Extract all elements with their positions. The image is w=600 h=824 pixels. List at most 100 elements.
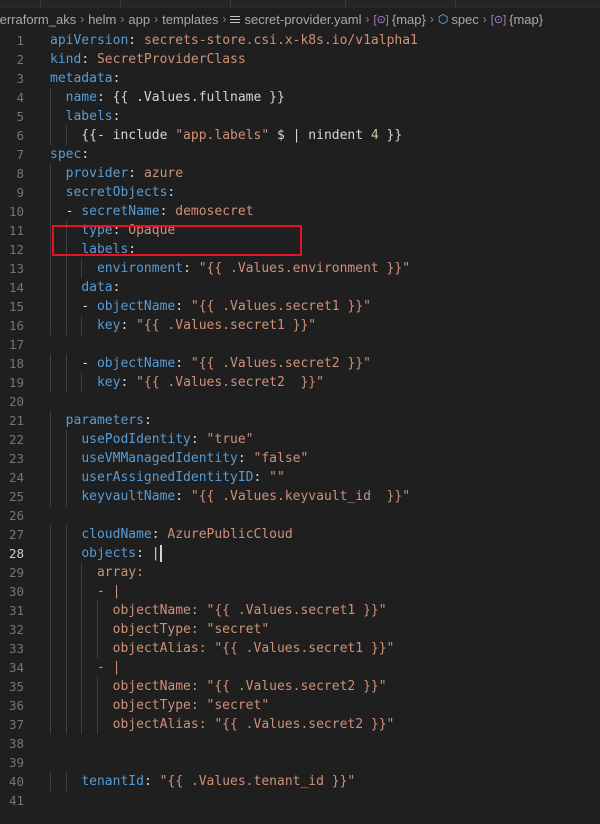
breadcrumb-item[interactable]: [⊙] {map} [491, 12, 543, 27]
indent-guide [65, 772, 67, 791]
code-line[interactable]: key: "{{ .Values.secret2 }}" [50, 373, 600, 392]
code-line[interactable]: objectName: "{{ .Values.secret1 }}" [50, 601, 600, 620]
code-line[interactable]: userAssignedIdentityID: "" [50, 468, 600, 487]
breadcrumb: terraform_aks › helm › app › templates › secret-… [0, 8, 596, 30]
code-line[interactable]: - objectName: "{{ .Values.secret2 }}" [50, 354, 600, 373]
code-token: apiVersion [50, 33, 129, 48]
indent-guide [65, 297, 67, 316]
code-line[interactable]: kind: SecretProviderClass [50, 50, 600, 69]
code-line[interactable]: tenantId: "{{ .Values.tenant_id }}" [50, 772, 600, 791]
line-number: 9 [16, 185, 24, 200]
line-number: 31 [8, 603, 24, 618]
code-line[interactable]: environment: "{{ .Values.environment }}" [50, 259, 600, 278]
code-line[interactable]: parameters: [50, 411, 600, 430]
code-token: userAssignedIdentityID [81, 470, 254, 485]
code-token: Opaque [128, 223, 176, 238]
code-line[interactable]: objectType: "secret" [50, 696, 600, 715]
code-line[interactable] [50, 753, 600, 772]
code-token: : [112, 280, 121, 295]
line-number: 17 [8, 337, 24, 352]
breadcrumb-item[interactable]: [⊙] {map} [374, 12, 426, 27]
code-token: - [50, 204, 82, 219]
code-area[interactable]: apiVersion: secrets-store.csi.x-k8s.io/v… [50, 31, 600, 810]
code-line[interactable]: type: Opaque [50, 221, 600, 240]
code-line[interactable]: key: "{{ .Values.secret1 }}" [50, 316, 600, 335]
code-line[interactable] [50, 734, 600, 753]
code-line[interactable]: array: [50, 563, 600, 582]
code-token: - [50, 299, 97, 314]
code-token: AzurePublicCloud [167, 527, 293, 542]
indent-guide [50, 183, 51, 202]
code-line[interactable]: labels: [50, 240, 600, 259]
code-line[interactable]: apiVersion: secrets-store.csi.x-k8s.io/v… [50, 31, 600, 50]
code-token: objectType: "secret" [50, 622, 270, 637]
indent-guide [65, 259, 67, 278]
code-token: - [50, 356, 97, 371]
breadcrumb-item[interactable]: templates [162, 12, 218, 27]
code-line[interactable]: useVMManagedIdentity: "false" [50, 449, 600, 468]
indent-guide [65, 221, 67, 240]
indent-guide [50, 677, 51, 696]
breadcrumb-separator: › [222, 12, 227, 26]
breadcrumb-item[interactable]: app [128, 12, 150, 27]
code-line[interactable]: labels: [50, 107, 600, 126]
code-token: : [81, 147, 90, 162]
tab-strip[interactable] [0, 0, 600, 8]
code-line[interactable] [50, 392, 600, 411]
line-number: 19 [8, 375, 24, 390]
tab-divider [230, 0, 231, 7]
indent-guide [50, 468, 51, 487]
breadcrumb-item[interactable]: terraform_aks [0, 12, 76, 27]
code-token: provider [65, 166, 129, 181]
breadcrumb-item[interactable]: secret-provider.yaml [230, 12, 362, 27]
code-line[interactable]: name: {{ .Values.fullname }} [50, 88, 600, 107]
code-token: array: [50, 565, 144, 580]
code-token: environment [96, 261, 184, 276]
code-line[interactable]: metadata: [50, 69, 600, 88]
code-line[interactable]: keyvaultName: "{{ .Values.keyvault_id }}… [50, 487, 600, 506]
code-line[interactable] [50, 335, 600, 354]
line-number: 14 [8, 280, 24, 295]
code-line[interactable]: - | [50, 582, 600, 601]
code-line[interactable]: data: [50, 278, 600, 297]
code-line[interactable]: - objectName: "{{ .Values.secret1 }}" [50, 297, 600, 316]
code-line[interactable] [50, 791, 600, 810]
indent-guide [50, 487, 51, 506]
code-line[interactable]: provider: azure [50, 164, 600, 183]
code-line[interactable]: secretObjects: [50, 183, 600, 202]
tab-divider [120, 0, 121, 7]
breadcrumb-item[interactable]: ⬡ spec [438, 12, 479, 27]
code-token: : [112, 71, 121, 86]
code-line[interactable]: objectName: "{{ .Values.secret2 }}" [50, 677, 600, 696]
code-token: SecretProviderClass [96, 52, 246, 67]
code-line[interactable]: usePodIdentity: "true" [50, 430, 600, 449]
indent-guide [96, 696, 98, 715]
indent-guide [50, 202, 51, 221]
code-token: "{{ .Values.secret2 }}" [190, 356, 371, 371]
indent-guide [81, 582, 83, 601]
indent-guide [65, 316, 67, 335]
indent-guide [50, 715, 51, 734]
indent-guide [65, 126, 67, 145]
code-line[interactable]: objects: | [50, 544, 600, 563]
code-token: : [175, 356, 191, 371]
code-line[interactable] [50, 506, 600, 525]
code-token: secretName [81, 204, 160, 219]
code-line[interactable]: - | [50, 658, 600, 677]
breadcrumb-item[interactable]: helm [88, 12, 116, 27]
code-line[interactable]: objectAlias: "{{ .Values.secret2 }}" [50, 715, 600, 734]
code-line[interactable]: cloudName: AzurePublicCloud [50, 525, 600, 544]
code-editor[interactable]: 1 2 3 4 5 6 7 8 9 10 11 12 13 14 15 16 17 18 19 20 21 22 23 24 2… [0, 31, 600, 824]
code-line[interactable]: spec: [50, 145, 600, 164]
code-line[interactable]: objectAlias: "{{ .Values.secret1 }}" [50, 639, 600, 658]
code-token: 4 [370, 128, 379, 143]
line-number: 39 [8, 755, 24, 770]
indent-guide [50, 772, 51, 791]
code-line[interactable]: - secretName: demosecret [50, 202, 600, 221]
code-line[interactable]: objectType: "secret" [50, 620, 600, 639]
code-token: name [65, 90, 97, 105]
code-line[interactable]: {{- include "app.labels" $ | nindent 4 }… [50, 126, 600, 145]
code-token: keyvaultName [81, 489, 176, 504]
